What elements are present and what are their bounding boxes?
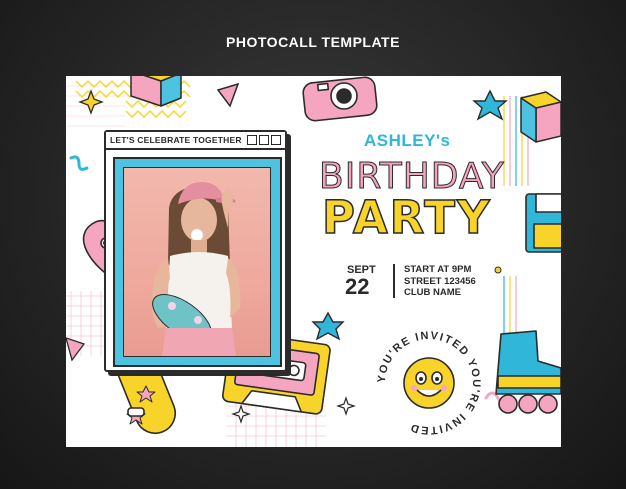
page-title: PHOTOCALL TEMPLATE: [226, 34, 400, 50]
roller-skate-icon: [495, 330, 561, 414]
maximize-icon: [259, 135, 269, 145]
close-icon: [271, 135, 281, 145]
minimize-icon: [247, 135, 257, 145]
detail-club: CLUB NAME: [404, 287, 461, 298]
floppy-disk-icon: [525, 193, 561, 253]
divider: [393, 264, 395, 298]
window-title: LET'S CELEBRATE TOGETHER: [110, 135, 242, 145]
photo-window: LET'S CELEBRATE TOGETHER: [104, 130, 287, 372]
triangle-shape: [216, 82, 240, 108]
sparkle-icon: [78, 89, 104, 115]
detail-street: STREET 123456: [404, 275, 476, 287]
detail-time: START AT 9PM: [404, 264, 472, 275]
star-icon: [472, 89, 508, 121]
star-icon: [311, 311, 345, 341]
window-titlebar: LET'S CELEBRATE TOGETHER: [106, 132, 285, 150]
date-day: 22: [345, 274, 370, 299]
person-photo: [123, 167, 271, 357]
photo-frame: [113, 157, 282, 367]
event-details: START AT 9PM STREET 123456 CLUB NAME: [404, 264, 476, 299]
sparkle-icon: [336, 396, 356, 416]
invited-badge: YOU'RE INVITED YOU'RE INVITED: [376, 330, 481, 436]
birthday-poster: LET'S CELEBRATE TOGETHER ASHLEY's BIRTHD…: [66, 76, 561, 447]
guest-name: ASHLEY's: [364, 131, 451, 150]
squiggle-shape: [69, 155, 89, 171]
camera-icon: [302, 76, 378, 122]
cube-icon: [520, 91, 561, 143]
title-party: PARTY: [321, 190, 492, 245]
smiley-face-icon: [403, 357, 455, 409]
sparkle-icon: [231, 404, 251, 424]
